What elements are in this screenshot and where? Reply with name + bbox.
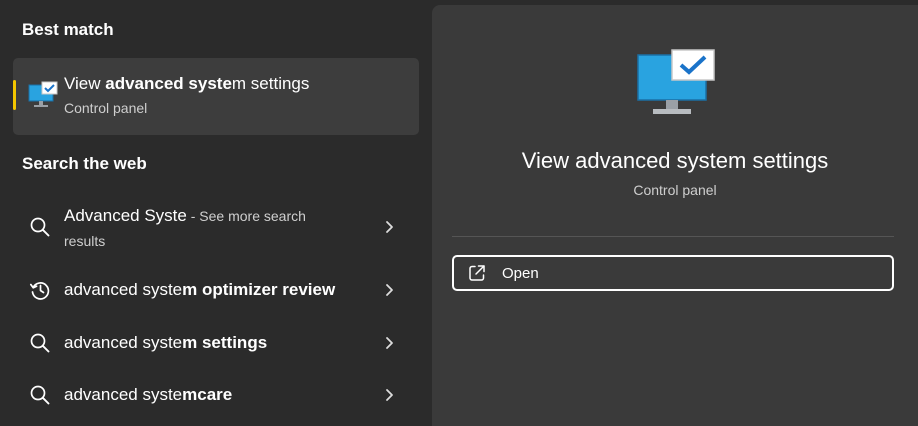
web-result-label: advanced systemcare	[64, 385, 233, 404]
search-icon	[30, 333, 50, 353]
best-match-subtitle: Control panel	[64, 100, 148, 116]
history-icon	[29, 282, 50, 300]
chevron-right-icon	[386, 221, 393, 233]
best-match-heading: Best match	[22, 20, 114, 39]
detail-panel: View advanced system settings Control pa…	[432, 5, 918, 426]
system-monitor-icon	[637, 49, 715, 114]
web-result-label: advanced system optimizer review	[64, 280, 336, 299]
web-result-label: Advanced Syste - See more search	[64, 206, 306, 225]
chevron-right-icon	[386, 337, 393, 349]
open-button-label: Open	[502, 265, 539, 282]
web-result-label: advanced system settings	[64, 333, 268, 352]
detail-title: View advanced system settings	[521, 148, 829, 173]
best-match-result[interactable]: View advanced system settings Control pa…	[13, 58, 419, 135]
open-button[interactable]: Open	[452, 255, 894, 291]
search-icon	[30, 385, 50, 405]
web-result-item[interactable]: Advanced Syste - See more search results	[13, 200, 419, 256]
web-result-item[interactable]: advanced systemcare	[13, 375, 419, 415]
open-external-icon	[469, 265, 485, 281]
search-web-heading: Search the web	[22, 154, 147, 173]
search-icon	[30, 217, 50, 237]
chevron-right-icon	[386, 389, 393, 401]
detail-subtitle: Control panel	[633, 182, 717, 198]
best-match-title: View advanced system settings	[64, 74, 310, 93]
results-list: Best match View advanced system settings…	[0, 0, 432, 426]
chevron-right-icon	[386, 284, 393, 296]
web-result-item[interactable]: advanced system settings	[13, 323, 419, 363]
web-result-item[interactable]: advanced system optimizer review	[13, 270, 419, 310]
system-monitor-icon	[28, 81, 58, 107]
search-results-window: Best match View advanced system settings…	[0, 0, 918, 426]
divider	[452, 236, 894, 237]
selection-indicator	[13, 80, 16, 110]
web-result-sublabel: results	[64, 233, 106, 249]
